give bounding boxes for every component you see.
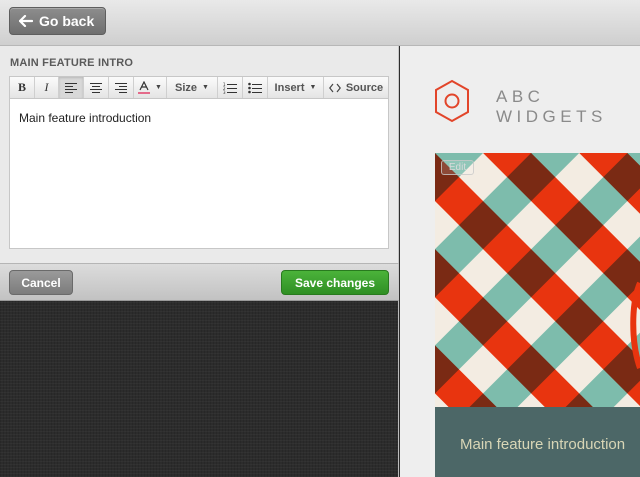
top-bar: Go back bbox=[0, 0, 640, 46]
bold-icon: B bbox=[17, 80, 26, 94]
ordered-list-icon: 123 bbox=[223, 82, 237, 94]
align-left-icon bbox=[65, 82, 77, 93]
editor-toolbar: B I ▼ Size ▼ 123 Insert ▼ Source bbox=[9, 76, 389, 99]
svg-text:3: 3 bbox=[223, 90, 226, 94]
go-back-label: Go back bbox=[39, 13, 95, 29]
brand-name: ABC WIDGETS bbox=[496, 87, 607, 127]
action-bar: Cancel Save changes bbox=[0, 263, 399, 301]
rich-text-editor[interactable]: Main feature introduction bbox=[9, 99, 389, 249]
section-title: MAIN FEATURE INTRO bbox=[10, 57, 134, 69]
align-center-button[interactable] bbox=[84, 77, 109, 98]
empty-workspace bbox=[0, 301, 399, 477]
hero-image: Edit bbox=[435, 153, 640, 407]
go-back-button[interactable]: Go back bbox=[9, 7, 106, 35]
align-right-button[interactable] bbox=[109, 77, 134, 98]
insert-dropdown[interactable]: Insert ▼ bbox=[268, 77, 324, 98]
page-preview: ABC WIDGETS Edit Main feature introducti… bbox=[400, 46, 640, 477]
italic-icon: I bbox=[44, 80, 49, 94]
editor-panel: MAIN FEATURE INTRO B I ▼ Size ▼ 123 Inse… bbox=[0, 46, 399, 263]
chevron-down-icon: ▼ bbox=[309, 84, 317, 91]
intro-band: Main feature introduction bbox=[435, 407, 640, 477]
code-icon bbox=[328, 83, 341, 92]
text-color-icon bbox=[138, 81, 151, 94]
source-button[interactable]: Source bbox=[324, 77, 388, 98]
align-center-icon bbox=[90, 82, 102, 93]
align-left-button[interactable] bbox=[59, 77, 84, 98]
ordered-list-button[interactable]: 123 bbox=[218, 77, 243, 98]
chevron-down-icon: ▼ bbox=[202, 84, 209, 91]
insert-label: Insert bbox=[274, 81, 305, 94]
brand-line-1: ABC bbox=[496, 87, 545, 106]
intro-text: Main feature introduction bbox=[460, 436, 626, 453]
editor-content[interactable]: Main feature introduction bbox=[19, 111, 151, 125]
size-dropdown[interactable]: Size ▼ bbox=[167, 77, 218, 98]
source-label: Source bbox=[345, 81, 384, 94]
chevron-down-icon: ▼ bbox=[155, 84, 162, 91]
edit-button[interactable]: Edit bbox=[441, 160, 474, 175]
size-label: Size bbox=[175, 81, 198, 94]
hexagon-logo-icon bbox=[433, 79, 471, 128]
align-right-icon bbox=[115, 82, 127, 93]
brand-line-2: WIDGETS bbox=[496, 107, 607, 126]
cancel-button[interactable]: Cancel bbox=[9, 270, 73, 295]
bold-button[interactable]: B bbox=[10, 77, 35, 98]
unordered-list-icon bbox=[248, 82, 262, 93]
unordered-list-button[interactable] bbox=[243, 77, 268, 98]
save-changes-button[interactable]: Save changes bbox=[281, 270, 389, 295]
arrow-left-icon bbox=[19, 15, 33, 27]
text-color-dropdown[interactable]: ▼ bbox=[134, 77, 167, 98]
italic-button[interactable]: I bbox=[35, 77, 59, 98]
